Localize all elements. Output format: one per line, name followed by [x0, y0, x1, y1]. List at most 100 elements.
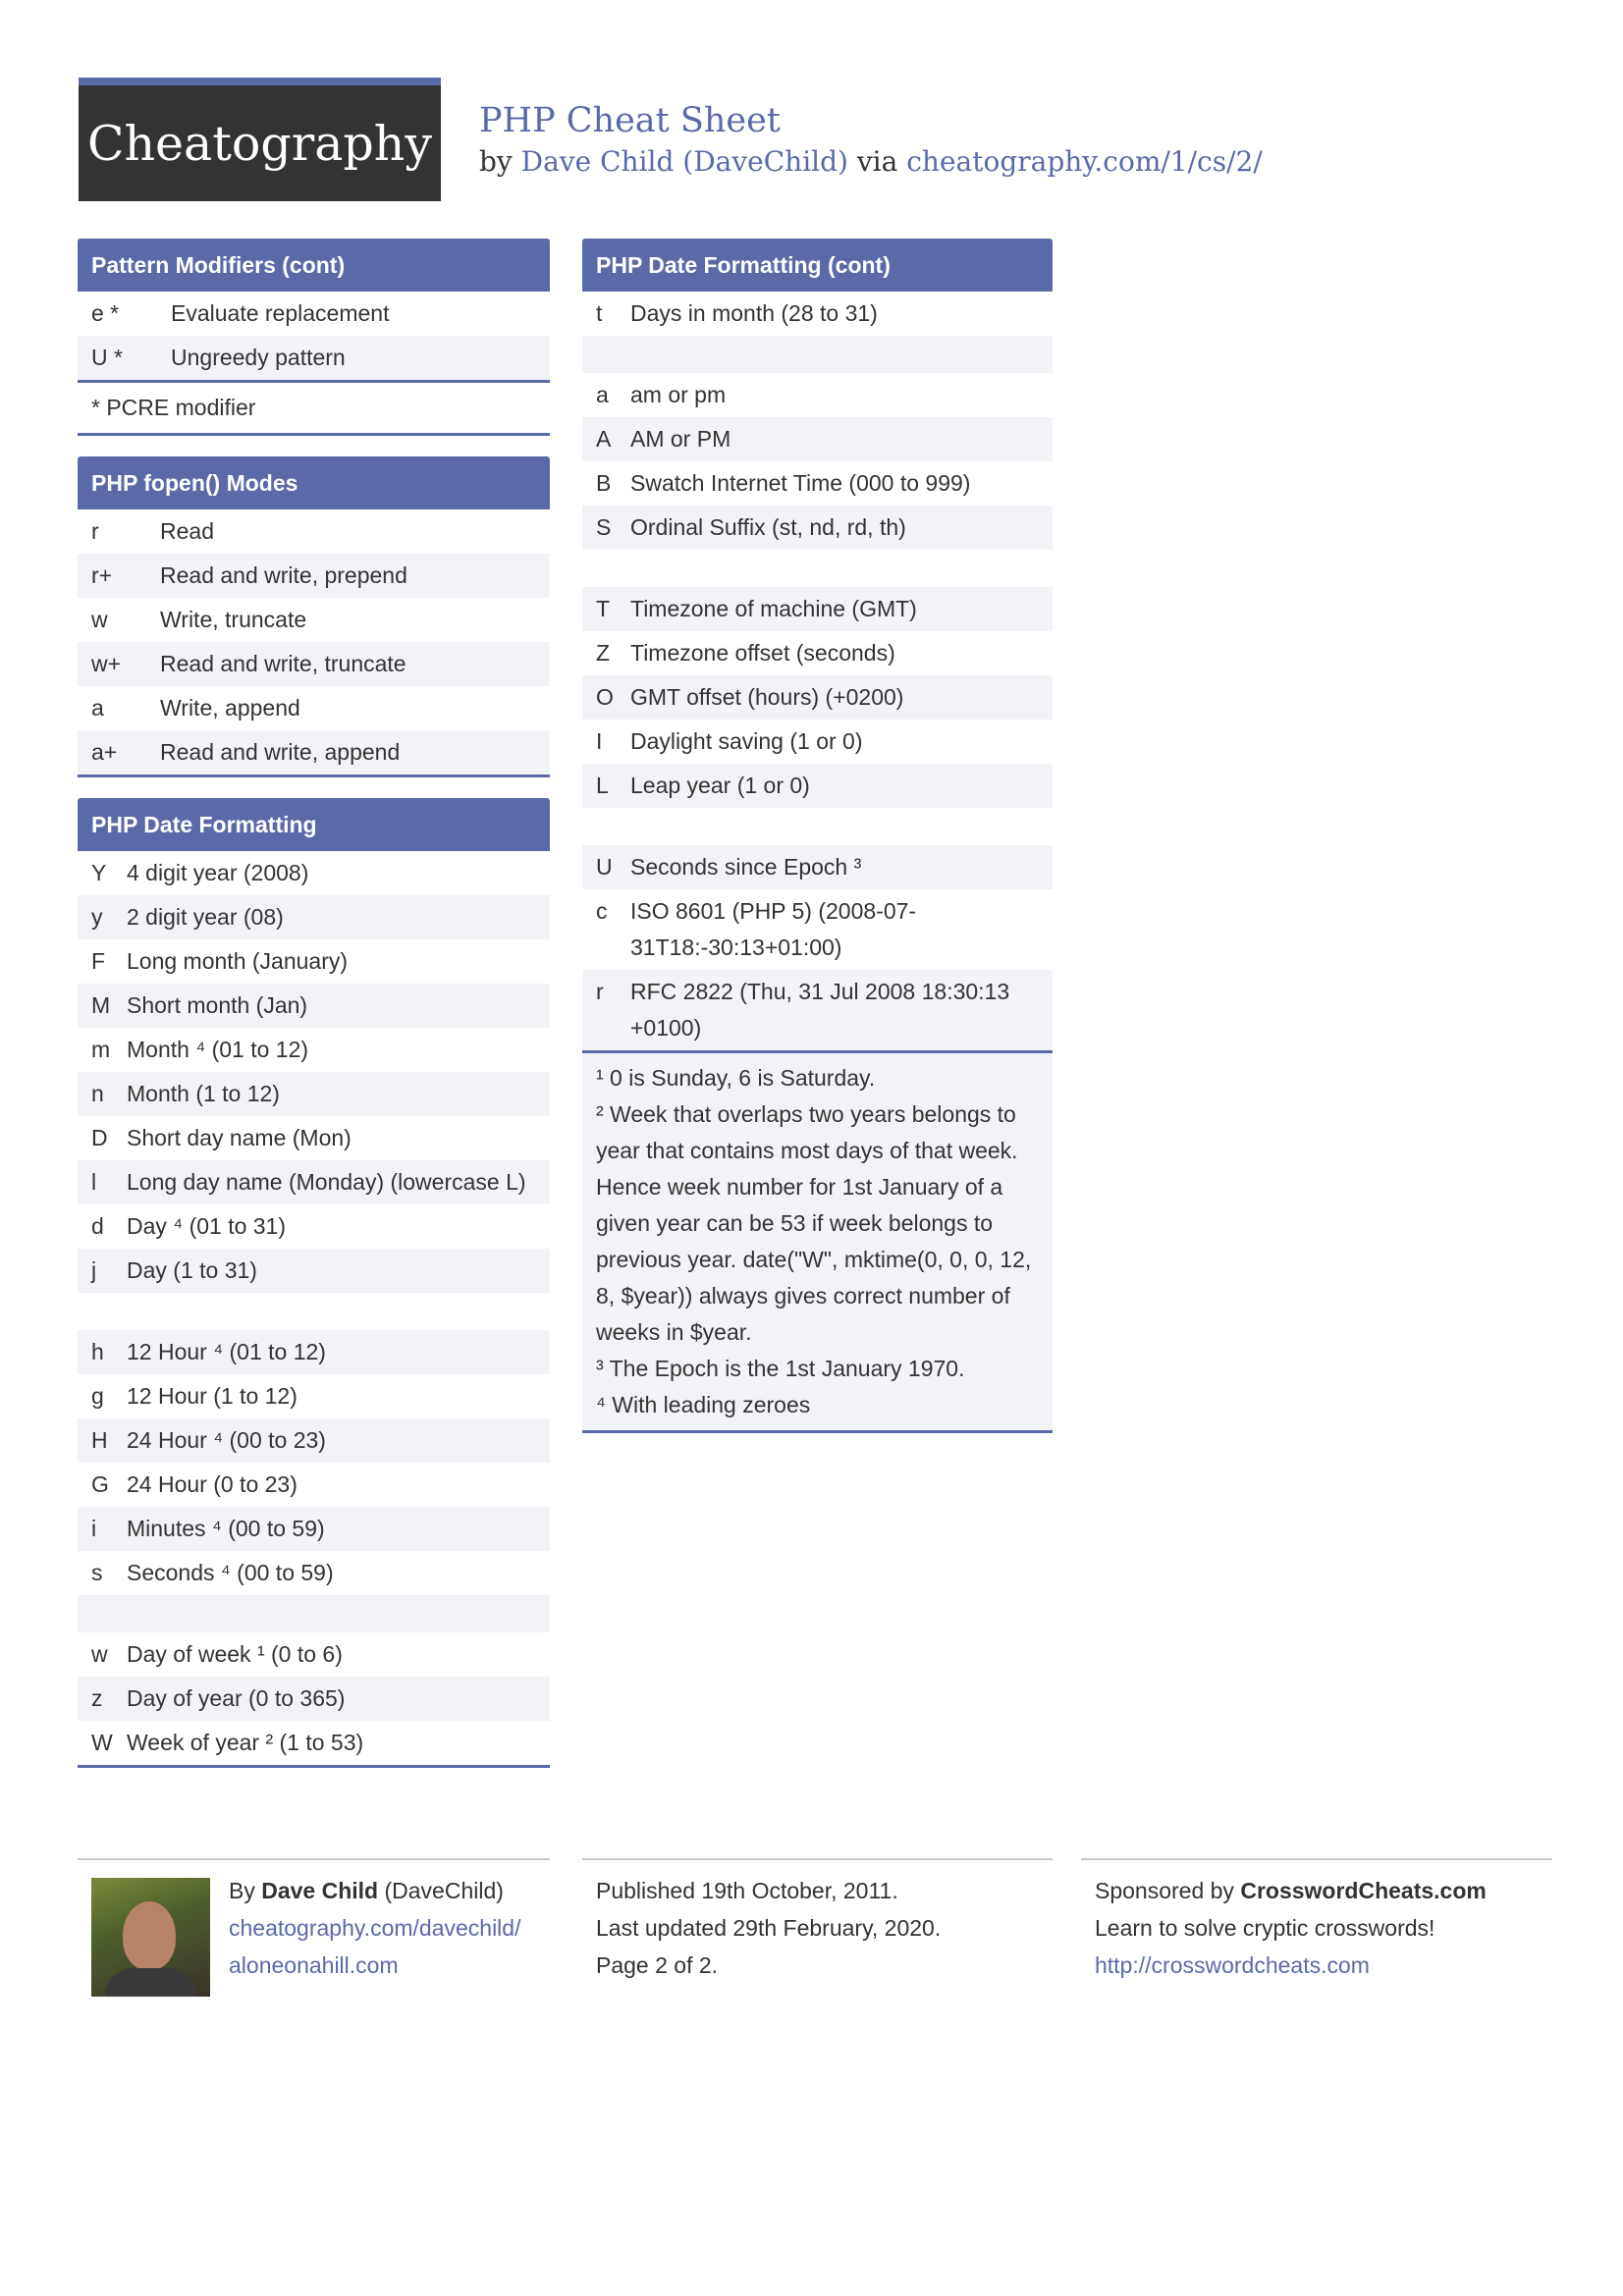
row-value: Long day name (Monday) (lowercase L): [127, 1169, 526, 1195]
sponsor-prefix: Sponsored by: [1095, 1878, 1234, 1903]
table-row: L Leap year (1 or 0): [582, 764, 1053, 808]
table-row: [582, 808, 1053, 845]
table-row: I Daylight saving (1 or 0): [582, 720, 1053, 764]
table-row: a+ Read and write, append: [78, 730, 550, 774]
table-row: U * Ungreedy pattern: [78, 336, 550, 380]
row-key: T: [596, 596, 611, 621]
row-key: j: [91, 1257, 97, 1283]
row-key: [78, 1293, 127, 1330]
author-by: By: [229, 1878, 255, 1903]
sponsor-link[interactable]: http://crosswordcheats.com: [1095, 1952, 1370, 1978]
row-value: Day ⁴ (01 to 31): [127, 1213, 287, 1239]
table-row: g 12 Hour (1 to 12): [78, 1374, 550, 1418]
row-value: Swatch Internet Time (000 to 999): [630, 470, 971, 496]
table-row: [582, 336, 1053, 373]
row-value: AM or PM: [630, 426, 731, 452]
table-row: z Day of year (0 to 365): [78, 1677, 550, 1721]
row-value: Days in month (28 to 31): [630, 300, 878, 326]
section-date-formatting: PHP Date Formatting Y 4 digit year (2008)…: [78, 798, 550, 1768]
row-key: n: [91, 1081, 104, 1106]
table-row: a Write, append: [78, 686, 550, 730]
row-value: RFC 2822 (Thu, 31 Jul 2008 18:30:13 +010…: [630, 979, 1010, 1041]
page-number: Page 2 of 2.: [596, 1952, 719, 1978]
table-row: t Days in month (28 to 31): [582, 292, 1053, 336]
row-value: [630, 808, 1053, 845]
table-row: G 24 Hour (0 to 23): [78, 1463, 550, 1507]
row-value: Week of year ² (1 to 53): [127, 1730, 364, 1755]
row-value: Daylight saving (1 or 0): [630, 728, 863, 754]
table-row: l Long day name (Monday) (lowercase L): [78, 1160, 550, 1204]
row-key: i: [91, 1516, 97, 1541]
table-row: n Month (1 to 12): [78, 1072, 550, 1116]
row-key: Y: [91, 860, 107, 885]
sheet-url-link[interactable]: cheatography.com/1/cs/2/: [906, 145, 1263, 178]
table-row: Y 4 digit year (2008): [78, 851, 550, 895]
row-key: A: [596, 426, 612, 452]
row-key: [78, 1595, 127, 1632]
row-key: w: [91, 1641, 108, 1667]
table-row: w Write, truncate: [78, 598, 550, 642]
row-value: 2 digit year (08): [127, 904, 284, 930]
row-value: Long month (January): [127, 948, 349, 974]
row-key: [582, 550, 630, 587]
row-value: Timezone offset (seconds): [630, 640, 895, 666]
author-profile-link[interactable]: cheatography.com/davechild/: [229, 1915, 520, 1941]
table-row: c ISO 8601 (PHP 5) (2008-07-31T18:-30:13+…: [582, 889, 1053, 970]
table-row: H 24 Hour ⁴ (00 to 23): [78, 1418, 550, 1463]
section-title: PHP fopen() Modes: [78, 456, 550, 509]
row-value: Read and write, prepend: [160, 562, 407, 588]
author-link[interactable]: Dave Child (DaveChild): [521, 145, 848, 178]
row-value: Day of week ¹ (0 to 6): [127, 1641, 343, 1667]
row-key: Z: [596, 640, 611, 666]
author-website-link[interactable]: aloneonahill.com: [229, 1952, 399, 1978]
row-value: GMT offset (hours) (+0200): [630, 684, 904, 710]
row-value: Write, truncate: [160, 607, 307, 632]
row-value: [127, 1293, 550, 1330]
row-key: r+: [91, 562, 113, 588]
table-row: S Ordinal Suffix (st, nd, rd, th): [582, 506, 1053, 550]
row-value: Short month (Jan): [127, 992, 308, 1018]
table-row: a am or pm: [582, 373, 1053, 417]
row-value: 4 digit year (2008): [127, 860, 309, 885]
row-key: B: [596, 470, 612, 496]
table-row: s Seconds ⁴ (00 to 59): [78, 1551, 550, 1595]
footer-publication: Published 19th October, 2011. Last updat…: [582, 1858, 1053, 2017]
row-key: F: [91, 948, 106, 974]
table-row: r Read: [78, 509, 550, 554]
section-fopen-modes: PHP fopen() Modes r Read r+ Read and write,…: [78, 456, 550, 777]
row-key: r: [91, 518, 99, 544]
row-key: W: [91, 1730, 113, 1755]
author-line: By Dave Child (DaveChild): [229, 1872, 550, 1909]
row-value: Minutes ⁴ (00 to 59): [127, 1516, 325, 1541]
section-title: PHP Date Formatting (cont): [582, 239, 1053, 292]
row-key: w+: [91, 651, 122, 676]
row-key: a: [91, 695, 104, 721]
table-row: T Timezone of machine (GMT): [582, 587, 1053, 631]
row-value: Read and write, append: [160, 739, 401, 765]
note-2: ² Week that overlaps two years belongs t…: [596, 1101, 1032, 1345]
table-row: w Day of week ¹ (0 to 6): [78, 1632, 550, 1677]
table-row: w+ Read and write, truncate: [78, 642, 550, 686]
row-key: t: [596, 300, 603, 326]
row-value: 24 Hour (0 to 23): [127, 1471, 298, 1497]
section-date-formatting-cont: PHP Date Formatting (cont) t Days in mont…: [582, 239, 1053, 1433]
footer-author: By Dave Child (DaveChild) cheatography.c…: [78, 1858, 550, 2017]
byline-via: via: [856, 145, 898, 178]
row-value: [127, 1595, 550, 1632]
section-title: Pattern Modifiers (cont): [78, 239, 550, 292]
row-value: Seconds since Epoch ³: [630, 854, 862, 880]
rows: t Days in month (28 to 31) a am or pm A AM or…: [582, 292, 1053, 1050]
row-key: c: [596, 898, 608, 924]
cheatography-logo[interactable]: Cheatography: [79, 78, 441, 201]
table-row: F Long month (January): [78, 939, 550, 984]
footer-sponsor: Sponsored by CrosswordCheats.com Learn t…: [1081, 1858, 1552, 2017]
row-key: S: [596, 514, 612, 540]
row-key: D: [91, 1125, 108, 1150]
row-value: Read: [160, 518, 214, 544]
row-value: Read and write, truncate: [160, 651, 406, 676]
row-value: Write, append: [160, 695, 300, 721]
section-notes: ¹ 0 is Sunday, 6 is Saturday. ² Week tha…: [582, 1050, 1053, 1430]
table-row: [78, 1595, 550, 1632]
author-handle: (DaveChild): [384, 1878, 504, 1903]
note-4: ⁴ With leading zeroes: [596, 1392, 811, 1417]
